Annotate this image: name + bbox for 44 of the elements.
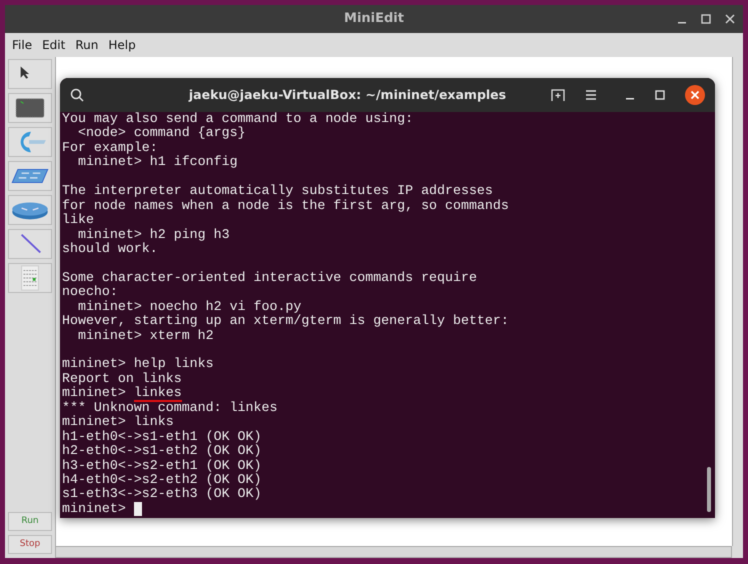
search-icon[interactable] — [70, 88, 84, 102]
close-icon[interactable] — [685, 85, 705, 105]
terminal-line: *** Unknown command: linkes — [62, 400, 278, 415]
terminal-line: mininet> xterm h2 — [76, 328, 214, 343]
terminal-line: h3-eth0<->s2-eth1 (OK OK) — [62, 458, 262, 472]
terminal-line: h4-eth0<->s2-eth2 (OK OK) — [62, 472, 262, 487]
window-title: MiniEdit — [344, 10, 404, 28]
menu-item[interactable]: Edit — [37, 36, 70, 54]
terminal-line: <node> command {args} — [76, 125, 246, 140]
terminal-line: However, starting up an xterm/gterm is generally better: — [62, 313, 509, 328]
terminal-line: s1-eth3<->s2-eth3 (OK OK) — [62, 486, 262, 502]
terminal-line: For example: — [62, 140, 158, 155]
prompt: mininet> — [62, 500, 126, 516]
new-tab-icon[interactable] — [551, 89, 565, 101]
maximize-icon[interactable] — [655, 90, 665, 100]
prompt: mininet> — [62, 356, 126, 372]
prompt: mininet> — [62, 385, 126, 400]
terminal-line: h1-eth0<->s1-eth1 (OK OK) — [62, 428, 262, 444]
command-text: links — [134, 414, 174, 430]
menu-item[interactable]: File — [7, 36, 38, 54]
prompt: mininet> — [62, 414, 126, 430]
command-text: linkes — [134, 385, 182, 402]
menu-item[interactable]: Run — [70, 36, 104, 54]
command-text: help links — [134, 356, 214, 372]
terminal-line: Report on links — [62, 370, 182, 386]
terminal-line: The interpreter automatically substitutes IP addresses — [62, 183, 493, 198]
terminal-line: h2-eth0<->s1-eth2 (OK OK) — [62, 443, 262, 458]
terminal-line: mininet> noecho h2 vi foo.py — [76, 298, 302, 314]
menu-item[interactable]: Help — [103, 36, 141, 54]
terminal-line: Some character-oriented interactive commands require — [62, 270, 477, 285]
maximize-icon[interactable] — [701, 14, 711, 24]
scrollbar[interactable] — [707, 467, 711, 512]
terminal-line: for node names when a node is the first arg, so commands — [62, 198, 509, 213]
terminal-line: should work. — [62, 240, 158, 256]
close-icon[interactable] — [725, 14, 735, 24]
stop-button[interactable]: Stop — [8, 535, 52, 554]
terminal-title: jaeku@jaeku-VirtualBox: ~/mininet/examples — [188, 86, 506, 102]
terminal-line: noecho: — [62, 284, 118, 300]
terminal-line: mininet> h2 ping h3 — [76, 226, 230, 242]
terminal-line: like — [62, 212, 94, 228]
terminal-line: You may also send a command to a node using: — [62, 111, 414, 126]
menu-icon[interactable] — [585, 90, 597, 100]
scrollbar[interactable] — [55, 546, 732, 558]
terminal-line: mininet> h1 ifconfig — [76, 154, 238, 170]
